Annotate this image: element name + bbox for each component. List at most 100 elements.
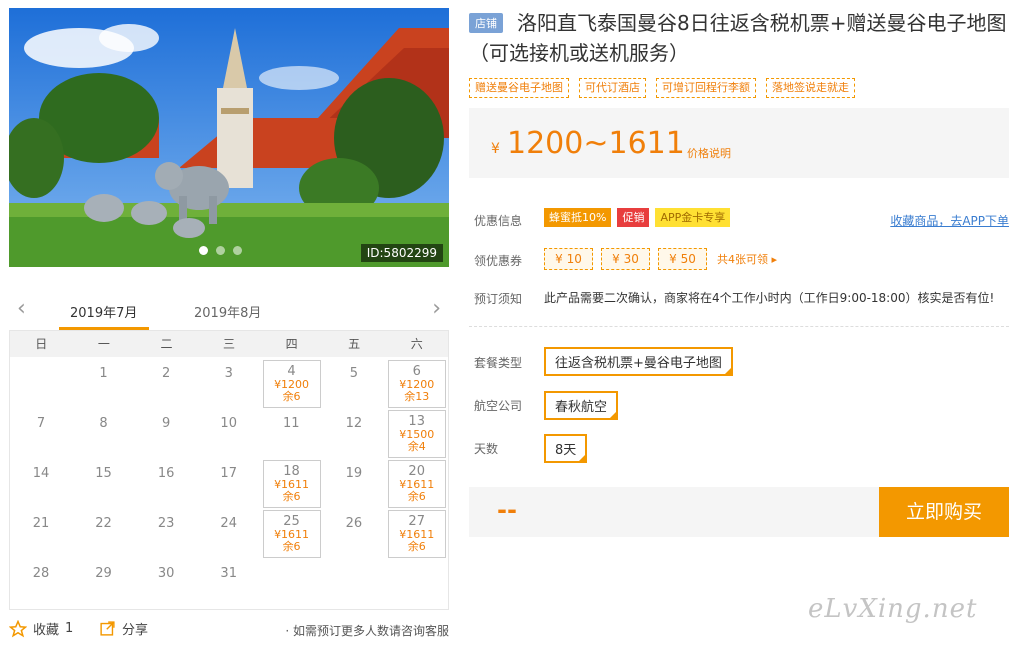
days-label: 天数 [474,442,499,456]
day-number: 30 [157,566,175,581]
day-number: 29 [95,566,112,581]
calendar-day: 8 [73,410,135,460]
carousel-dot[interactable] [199,246,208,255]
product-photo[interactable]: ID:5802299 [9,8,449,267]
airline-option[interactable]: 春秋航空 [544,391,619,420]
calendar-day: 12 [323,410,385,460]
days-option[interactable]: 8天 [544,434,588,463]
day-number: 17 [220,466,237,481]
coupon-10[interactable]: ¥ 10 [544,248,593,270]
order-total: -- [497,496,517,524]
day-number: 18 [283,464,300,479]
weekday-header: 日 一 二 三 四 五 六 [10,331,448,357]
product-title: 洛阳直飞泰国曼谷8日往返含税机票+赠送曼谷电子地图（可选接机或送机服务） [469,11,1007,65]
day-number: 16 [157,466,175,481]
calendar-day: 15 [73,460,135,510]
price-explanation-link[interactable]: 价格说明 [687,145,731,161]
calendar-day: 11 [260,410,322,460]
photo-actions: 收藏 1 分享 · 如需预订更多人数请咨询客服 [9,619,449,641]
calendar-day: 2 [135,360,197,410]
weekday-label: 日 [35,337,48,351]
calendar-day: 23 [135,510,197,560]
weekday-label: 三 [223,337,236,351]
price-range: 1200~1611 [507,126,685,161]
day-stock: 余6 [282,390,301,403]
share-label: 分享 [122,623,149,638]
calendar-day: 14 [10,460,72,510]
day-stock: 余4 [407,440,426,453]
calendar-day-available[interactable]: 25 ¥1611 余6 [262,510,321,558]
day-number: 10 [220,416,237,431]
booking-notice: 此产品需要二次确认，商家将在4个工作小时内（工作日9:00-18:00）核实是否… [544,291,995,305]
calendar-day: 26 [323,510,385,560]
day-number: 1 [99,366,108,381]
calendar-day-available[interactable]: 20 ¥1611 余6 [387,460,446,508]
coupon-30[interactable]: ¥ 30 [601,248,650,270]
date-calendar: 日 一 二 三 四 五 六 1 2 3 4 ¥1200 余6 5 6 ¥1200 余13 7 8 9 10… [9,330,449,610]
calendar-day-available[interactable]: 13 ¥1500 余4 [387,410,446,458]
calendar-day: 28 [10,560,72,610]
day-number: 23 [157,516,175,531]
share-button[interactable]: 分享 [99,619,148,638]
weekday-label: 四 [285,337,298,351]
day-number: 31 [220,566,237,581]
calendar-day: 3 [198,360,260,410]
watermark: eLvXing.net [808,594,978,624]
day-number: 12 [345,416,363,431]
image-id-label: ID:5802299 [360,244,443,262]
prev-month-arrow-icon[interactable]: ‹ [17,298,26,320]
day-number: 21 [32,516,50,531]
calendar-day: 22 [73,510,135,560]
calendar-day: 30 [135,560,197,610]
calendar-day: 1 [73,360,135,410]
package-label: 套餐类型 [474,356,523,370]
shop-badge[interactable]: 店铺 [469,13,503,33]
promo-badge-app: APP金卡专享 [655,208,731,227]
day-number: 11 [283,416,300,431]
price-box: ¥ 1200~1611 价格说明 [469,108,1009,178]
day-number: 27 [408,514,425,529]
calendar-day-available[interactable]: 4 ¥1200 余6 [262,360,321,408]
day-number: 22 [95,516,112,531]
notice-label: 预订须知 [474,292,523,306]
section-divider [469,326,1009,327]
price-currency: ¥ [491,141,500,157]
coupon-50[interactable]: ¥ 50 [658,248,707,270]
next-month-arrow-icon[interactable]: › [432,298,441,320]
coupon-label: 领优惠券 [474,254,523,268]
day-stock: 余6 [282,490,301,503]
calendar-day: 7 [10,410,72,460]
package-option[interactable]: 往返含税机票+曼谷电子地图 [544,347,733,376]
calendar-day: 9 [135,410,197,460]
carousel-dot[interactable] [233,246,242,255]
coupon-list: ¥ 10 ¥ 30 ¥ 50 共4张可领 ▸ [544,248,777,270]
favorite-app-link[interactable]: 收藏商品，去APP下单 [890,212,1009,229]
calendar-day-available[interactable]: 6 ¥1200 余13 [387,360,446,408]
day-stock: 余13 [404,390,430,403]
feature-tags: 赠送曼谷电子地图 可代订酒店 可增订回程行李额 落地签说走就走 [469,78,855,98]
star-icon [9,619,27,637]
day-number: 25 [283,514,300,529]
day-number: 26 [345,516,363,531]
carousel-dot[interactable] [216,246,225,255]
day-number: 9 [162,416,171,431]
calendar-month-nav: ‹ 2019年7月 2019年8月 › [9,292,449,330]
weekday-label: 六 [410,337,423,351]
weekday-label: 五 [348,337,361,351]
favorite-button[interactable]: 收藏 1 [9,619,73,638]
calendar-day: 19 [323,460,385,510]
more-coupons-link[interactable]: 共4张可领 ▸ [717,251,777,267]
buy-now-button[interactable]: 立即购买 [879,487,1009,537]
calendar-day-available[interactable]: 18 ¥1611 余6 [262,460,321,508]
tab-month-july[interactable]: 2019年7月 [70,302,137,321]
day-number: 3 [224,366,233,381]
calendar-day-available[interactable]: 27 ¥1611 余6 [387,510,446,558]
calendar-day: 16 [135,460,197,510]
tab-month-august[interactable]: 2019年8月 [194,302,261,321]
favorite-count: 1 [65,621,74,636]
day-stock: 余6 [282,540,301,553]
day-number: 14 [32,466,50,481]
airline-label: 航空公司 [474,399,523,413]
day-number: 24 [220,516,237,531]
day-stock: 余6 [407,490,426,503]
